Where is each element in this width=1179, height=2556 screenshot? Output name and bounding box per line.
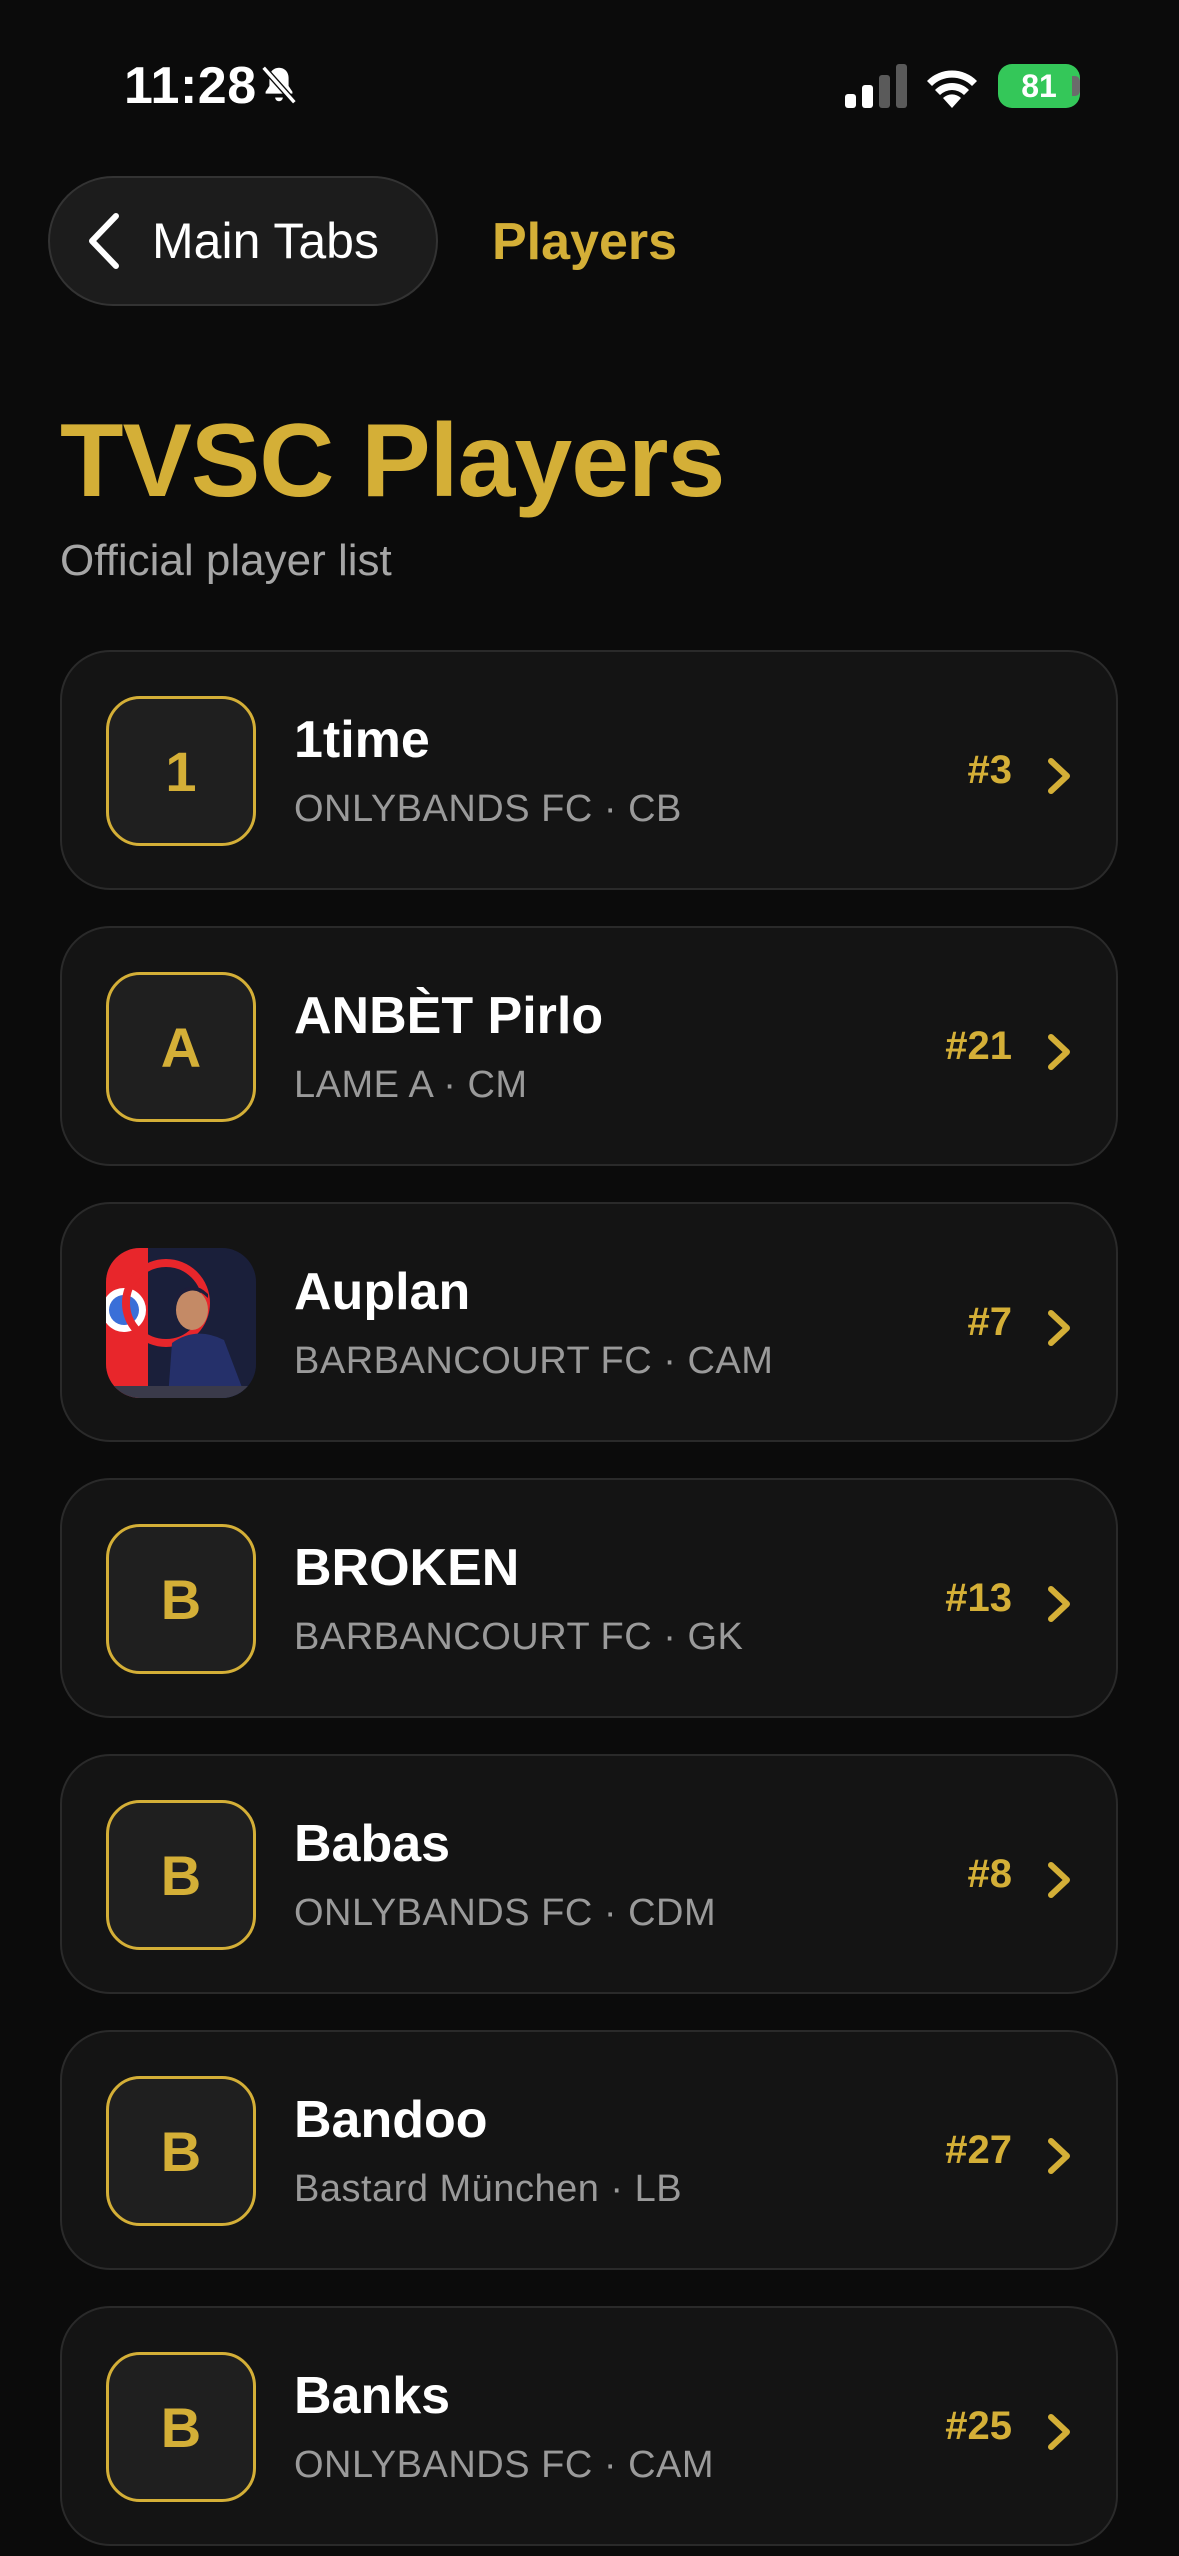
player-row[interactable]: B BROKEN BARBANCOURT FC · GK #13 [60, 1478, 1118, 1718]
player-row[interactable]: B Banks ONLYBANDS FC · CAM #25 [60, 2306, 1118, 2546]
player-number: #13 [945, 1576, 1012, 1620]
player-name: Babas [294, 1815, 451, 1873]
nav-title: Players [492, 213, 678, 271]
player-name: 1time [294, 711, 430, 769]
player-initial-avatar: B [106, 2352, 256, 2502]
player-photo-avatar [106, 1248, 256, 1398]
player-name: Banks [294, 2367, 451, 2425]
back-button[interactable]: Main Tabs [48, 176, 438, 306]
player-name: ANBÈT Pirlo [294, 987, 604, 1045]
chevron-right-icon [1048, 1310, 1070, 1346]
chevron-right-icon [1048, 1034, 1070, 1070]
player-number: #3 [967, 748, 1013, 792]
player-number: #8 [967, 1852, 1013, 1896]
player-team-position: BARBANCOURT FC · GK [294, 1616, 744, 1658]
status-time: 11:28 [124, 57, 257, 115]
player-team-position: Bastard München · LB [294, 2168, 683, 2210]
battery-level: 81 [1021, 67, 1057, 104]
chevron-right-icon [1048, 2414, 1070, 2450]
chevron-right-icon [1048, 1862, 1070, 1898]
player-row[interactable]: Auplan BARBANCOURT FC · CAM #7 [60, 1202, 1118, 1442]
player-number: #7 [967, 1300, 1013, 1344]
back-button-label: Main Tabs [152, 213, 379, 269]
player-team-position: ONLYBANDS FC · CDM [294, 1892, 717, 1934]
player-photo-image [106, 1248, 256, 1398]
chevron-right-icon [1048, 758, 1070, 794]
player-name: BROKEN [294, 1539, 520, 1597]
player-team-position: LAME A · CM [294, 1064, 528, 1106]
player-team-position: ONLYBANDS FC · CAM [294, 2444, 715, 2486]
cellular-signal-icon [845, 64, 907, 108]
battery-tip [1072, 76, 1080, 96]
chevron-right-icon [1048, 2138, 1070, 2174]
battery-indicator: 81 [998, 64, 1080, 108]
player-row[interactable]: A ANBÈT Pirlo LAME A · CM #21 [60, 926, 1118, 1166]
player-number: #21 [945, 1024, 1012, 1068]
chevron-right-icon [1048, 1586, 1070, 1622]
wifi-icon [927, 70, 977, 108]
player-initial-avatar: B [106, 1800, 256, 1950]
player-initial-avatar: A [106, 972, 256, 1122]
chevron-left-icon [89, 213, 119, 269]
player-team-position: BARBANCOURT FC · CAM [294, 1340, 774, 1382]
player-team-position: ONLYBANDS FC · CB [294, 788, 682, 830]
page-subtitle: Official player list [60, 536, 392, 585]
player-row[interactable]: B Babas ONLYBANDS FC · CDM #8 [60, 1754, 1118, 1994]
player-initial-avatar: 1 [106, 696, 256, 846]
player-initial-avatar: B [106, 1524, 256, 1674]
player-initial-avatar: B [106, 2076, 256, 2226]
page-title: TVSC Players [60, 403, 725, 519]
player-number: #27 [945, 2128, 1012, 2172]
player-name: Bandoo [294, 2091, 488, 2149]
player-number: #25 [945, 2404, 1012, 2448]
player-row[interactable]: 1 1time ONLYBANDS FC · CB #3 [60, 650, 1118, 890]
status-bar: 11:28 81 [0, 0, 1179, 170]
bell-slash-icon [261, 65, 297, 105]
player-name: Auplan [294, 1263, 471, 1321]
player-row[interactable]: B Bandoo Bastard München · LB #27 [60, 2030, 1118, 2270]
